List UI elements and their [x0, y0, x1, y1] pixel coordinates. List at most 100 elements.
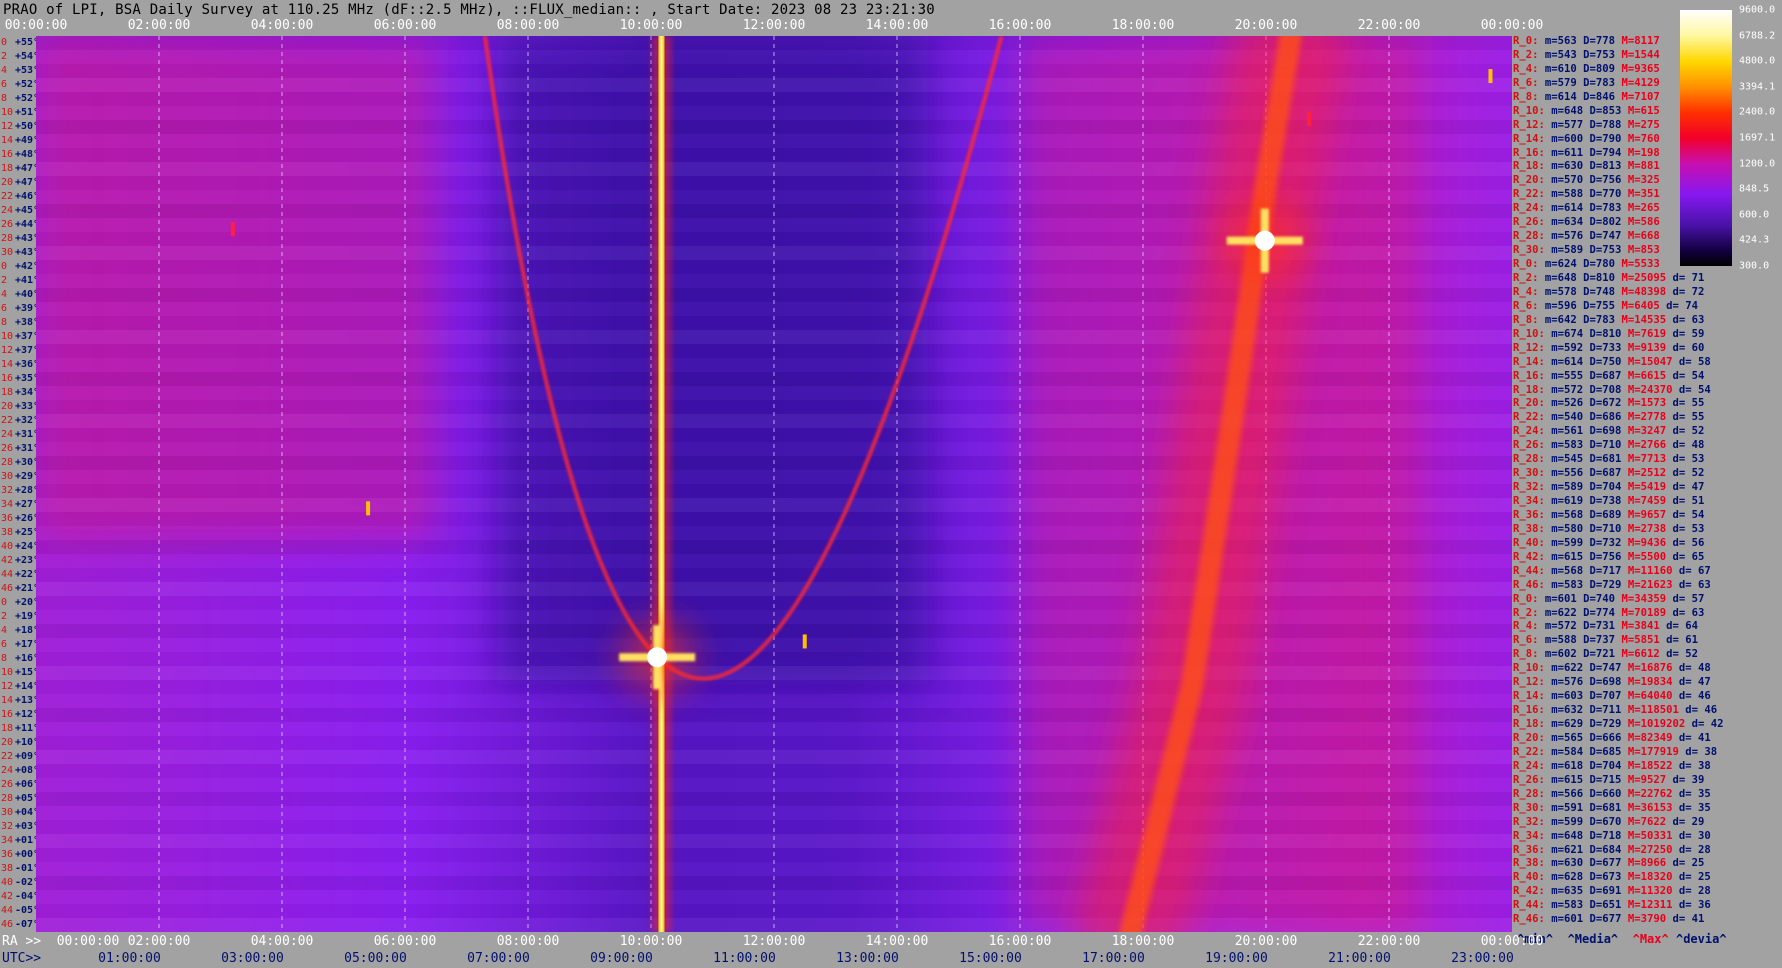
stat-cell: m=599 D=670 [1544, 815, 1628, 828]
stat-cell: M=8117 [1621, 35, 1660, 47]
utc-axis-tick: 19:00:00 [1205, 951, 1268, 966]
dec-row-index: 22 [1, 751, 14, 762]
stat-row: R_12: m=576 D=698 M=19834 d= 47 [1513, 675, 1711, 689]
stat-cell: R_44: [1513, 899, 1545, 912]
stat-cell: M=5533 [1621, 258, 1660, 271]
stat-cell: M=11160 [1627, 564, 1673, 577]
stat-cell: m=614 D=750 [1544, 355, 1628, 368]
stat-cell: m=588 D=770 [1544, 188, 1628, 201]
utc-axis-tick: 13:00:00 [836, 951, 899, 966]
dec-row-index: 30 [1, 471, 14, 482]
dec-row-index: 30 [1, 247, 14, 258]
stat-row: R_26: m=634 D=802 M=586 [1513, 215, 1660, 229]
stat-cell: M=7459 [1627, 495, 1667, 508]
stat-row: R_6: m=579 D=783 M=4129 [1513, 76, 1660, 90]
ra-axis-tick: 06:00:00 [373, 934, 437, 949]
stat-cell: d= 38 [1672, 759, 1711, 772]
stat-cell: M=3247 [1627, 425, 1667, 438]
top-axis-tick: 12:00:00 [742, 18, 806, 33]
stat-row: R_0: m=601 D=740 M=34359 d= 57 [1513, 592, 1704, 606]
stat-row: R_10: m=674 D=810 M=7619 d= 59 [1513, 327, 1704, 341]
point-source [1488, 69, 1493, 84]
dec-row-index: 20 [1, 401, 14, 412]
dec-row-index: 34 [1, 499, 14, 510]
dec-row-index: 46 [1, 583, 14, 594]
ra-axis-tick: 00:00:00 [56, 934, 120, 949]
top-axis-tick: 00:00:00 [1480, 18, 1544, 33]
stat-cell: m=589 D=704 [1544, 481, 1628, 494]
dec-row-index: 12 [1, 121, 14, 132]
dec-row-index: 32 [1, 485, 14, 496]
stat-row: R_38: m=630 D=677 M=8966 d= 25 [1513, 856, 1704, 870]
stat-cell: m=578 D=748 [1538, 285, 1622, 298]
stat-cell: R_22: [1513, 188, 1545, 201]
stat-cell: R_8: [1513, 313, 1539, 326]
stat-cell: m=545 D=681 [1544, 453, 1628, 466]
stat-cell: m=601 D=677 [1544, 913, 1628, 926]
stat-cell: M=70189 [1621, 606, 1667, 619]
top-axis-tick: 06:00:00 [373, 18, 437, 33]
stat-row: R_34: m=648 D=718 M=50331 d= 30 [1513, 829, 1711, 843]
stat-cell: m=611 D=794 [1544, 146, 1628, 159]
stat-cell: m=600 D=790 [1544, 132, 1628, 145]
ra-axis-tick: 16:00:00 [988, 934, 1052, 949]
stat-row: R_10: m=622 D=747 M=16876 d= 48 [1513, 661, 1711, 675]
chart-title: PRAO of LPI, BSA Daily Survey at 110.25 … [3, 2, 935, 18]
stat-row: R_8: m=602 D=721 M=6612 d= 52 [1513, 647, 1698, 661]
stat-cell: d= 74 [1659, 299, 1698, 312]
stat-cell: d= 55 [1666, 411, 1705, 424]
stat-cell: m=580 D=710 [1544, 522, 1628, 535]
stat-cell: R_16: [1513, 146, 1545, 159]
dec-row-index: 30 [1, 807, 14, 818]
stats-panel: R_0: m=563 D=778 M=8117 R_2: m=543 D=753 … [1513, 34, 1782, 930]
stat-cell: R_30: [1513, 801, 1545, 814]
stat-row: R_26: m=615 D=715 M=9527 d= 39 [1513, 773, 1704, 787]
stat-cell: m=630 D=813 [1544, 160, 1628, 173]
dec-row-index: 6 [1, 639, 8, 650]
stat-cell: M=12311 [1627, 899, 1673, 912]
stat-cell: M=760 [1627, 132, 1660, 145]
stat-cell: d= 41 [1666, 913, 1705, 926]
dec-row-index: 34 [1, 835, 14, 846]
utc-axis-tick: 05:00:00 [344, 951, 407, 966]
stat-cell: m=566 D=660 [1544, 787, 1628, 800]
stat-cell: m=635 D=691 [1544, 885, 1628, 898]
stat-cell: m=584 D=685 [1544, 745, 1628, 758]
dec-row-index: 24 [1, 765, 14, 776]
dec-row-index: 14 [1, 135, 14, 146]
stat-cell: R_26: [1513, 439, 1545, 452]
stat-cell: m=592 D=733 [1544, 341, 1628, 354]
stat-cell: M=14535 [1621, 313, 1667, 326]
stat-row: R_30: m=556 D=687 M=2512 d= 52 [1513, 466, 1704, 480]
stat-cell: R_6: [1513, 299, 1539, 312]
stat-cell: m=618 D=704 [1544, 759, 1628, 772]
stat-cell: d= 57 [1666, 592, 1705, 605]
top-axis-tick: 08:00:00 [496, 18, 560, 33]
dec-row-index: 24 [1, 429, 14, 440]
stat-cell: m=572 D=708 [1544, 383, 1628, 396]
stat-cell: M=9657 [1627, 508, 1667, 521]
stat-cell: M=8966 [1627, 857, 1667, 870]
stat-row: R_28: m=566 D=660 M=22762 d= 35 [1513, 787, 1711, 801]
stat-cell: R_6: [1513, 76, 1539, 89]
stat-cell: m=599 D=732 [1544, 536, 1628, 549]
stat-row: R_24: m=561 D=698 M=3247 d= 52 [1513, 424, 1704, 438]
dec-row-index: 36 [1, 513, 14, 524]
stat-cell: m=648 D=810 [1538, 271, 1622, 284]
stat-cell: m=622 D=747 [1544, 662, 1628, 675]
stat-cell: R_42: [1513, 885, 1545, 898]
ra-axis-tick: 00:00:00 [1480, 934, 1544, 949]
stat-row: R_8: m=642 D=783 M=14535 d= 63 [1513, 313, 1704, 327]
stat-cell: M=265 [1627, 202, 1660, 215]
stat-cell: m=621 D=684 [1544, 843, 1628, 856]
stat-cell: M=6405 [1621, 299, 1660, 312]
stat-row: R_30: m=591 D=681 M=36153 d= 35 [1513, 801, 1711, 815]
stat-cell: m=563 D=778 [1538, 35, 1622, 47]
dec-row-index: 0 [1, 37, 8, 48]
stat-cell: M=3790 [1627, 913, 1667, 926]
stat-cell: d= 30 [1672, 829, 1711, 842]
stat-cell: M=18320 [1627, 871, 1673, 884]
stat-cell: R_4: [1513, 285, 1539, 298]
dec-row-index: 44 [1, 569, 14, 580]
stat-cell: M=18522 [1627, 759, 1673, 772]
